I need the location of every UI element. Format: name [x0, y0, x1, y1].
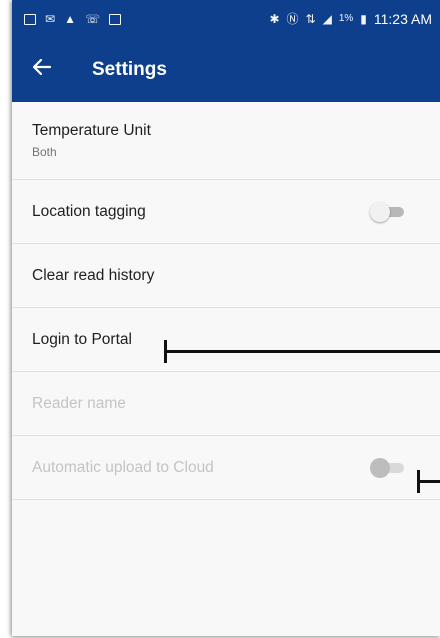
image-icon — [24, 13, 36, 25]
gallery-icon — [108, 13, 121, 25]
setting-automatic-upload: Automatic upload to Cloud — [12, 436, 440, 500]
setting-reader-name: Reader name — [12, 372, 440, 436]
location-tagging-toggle[interactable] — [370, 201, 404, 222]
toggle-thumb — [370, 201, 390, 222]
mail-icon: ✉ — [45, 12, 56, 26]
arrow-left-icon[interactable] — [18, 57, 66, 83]
bluetooth-icon: ✱ — [269, 12, 280, 26]
nfc-icon: Ⓝ — [286, 12, 299, 26]
callout-line-login — [164, 340, 440, 363]
phone-screen: ✉ ▲ ☏ ✱ Ⓝ ⇅ ◢ 1% ▮ 11:23 AM Settings Tem… — [12, 0, 440, 636]
data-icon: ⇅ — [305, 12, 316, 26]
callout-tick — [164, 340, 167, 363]
setting-title: Clear read history — [32, 266, 155, 284]
setting-location-tagging[interactable]: Location tagging — [12, 180, 440, 244]
setting-title: Login to Portal — [32, 330, 132, 348]
status-bar: ✉ ▲ ☏ ✱ Ⓝ ⇅ ◢ 1% ▮ 11:23 AM — [12, 0, 440, 38]
page-title: Settings — [92, 59, 167, 80]
setting-clear-read-history[interactable]: Clear read history — [12, 244, 440, 308]
warning-icon: ▲ — [64, 12, 76, 26]
callout-tick — [417, 470, 420, 493]
app-bar: Settings — [12, 38, 440, 102]
page: ✉ ▲ ☏ ✱ Ⓝ ⇅ ◢ 1% ▮ 11:23 AM Settings Tem… — [0, 0, 440, 638]
setting-value: Both — [32, 145, 57, 159]
setting-title: Reader name — [32, 394, 126, 412]
signal-icon: ◢ — [322, 12, 332, 26]
toggle-thumb — [370, 457, 390, 478]
battery-icon: ▮ — [360, 12, 367, 26]
setting-login-to-portal[interactable]: Login to Portal — [12, 308, 440, 372]
setting-temperature-unit[interactable]: Temperature Unit Both — [12, 102, 440, 180]
status-time: 11:23 AM — [373, 11, 432, 27]
status-right-icons: ✱ Ⓝ ⇅ ◢ 1% ▮ 11:23 AM — [269, 11, 432, 27]
setting-title: Temperature Unit — [32, 122, 151, 139]
wifi-call-icon: ☏ — [84, 12, 100, 26]
automatic-upload-toggle — [370, 457, 404, 478]
settings-list: Temperature Unit Both Location tagging C… — [12, 102, 440, 500]
battery-percent: 1% — [338, 13, 354, 24]
callout-line-upload — [417, 470, 440, 493]
status-left-icons: ✉ ▲ ☏ — [24, 13, 121, 25]
